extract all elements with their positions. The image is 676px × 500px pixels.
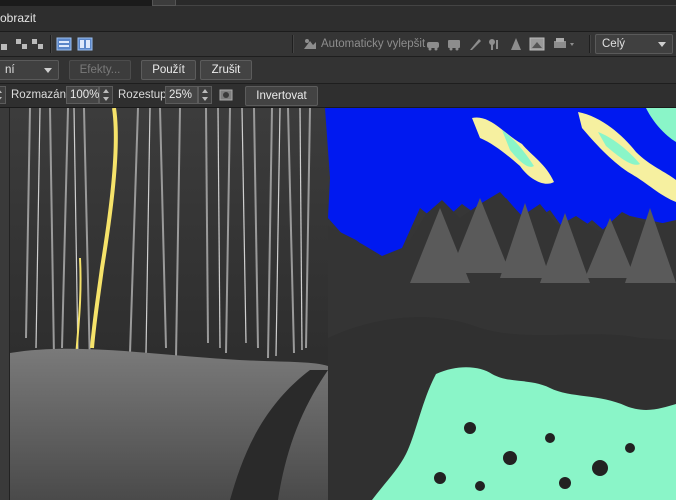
bus-icon[interactable] bbox=[446, 36, 462, 52]
options-bar: ní Efekty... Použít Zrušit bbox=[0, 57, 676, 84]
mode-select-value: ní bbox=[5, 64, 15, 76]
auto-enhance-button[interactable]: Automaticky vylepšit bbox=[302, 34, 425, 54]
zoom-select[interactable]: Celý bbox=[595, 34, 673, 54]
forest-photo-mask-preview bbox=[10, 108, 676, 500]
view-icon[interactable] bbox=[56, 36, 72, 52]
printer-icon[interactable] bbox=[552, 36, 576, 52]
spacing-spinner[interactable] bbox=[198, 86, 212, 104]
invert-button[interactable]: Invertovat bbox=[245, 86, 318, 106]
mask-options-bar: Rozmazání: 100% Rozestup: 25% Invertovat bbox=[0, 84, 676, 108]
auto-enhance-label: Automaticky vylepšit bbox=[321, 38, 426, 50]
car-icon[interactable] bbox=[425, 36, 441, 52]
menu-item-view[interactable]: obrazit bbox=[0, 11, 36, 25]
tile-icon[interactable] bbox=[0, 36, 10, 52]
auto-enhance-icon bbox=[304, 39, 316, 49]
effects-button[interactable]: Efekty... bbox=[69, 60, 131, 80]
toolbar-divider bbox=[50, 35, 52, 53]
image-canvas[interactable] bbox=[10, 108, 676, 500]
toolbar-divider bbox=[292, 35, 294, 53]
pin-icon[interactable] bbox=[486, 36, 502, 52]
cancel-button[interactable]: Zrušit bbox=[200, 60, 252, 80]
blur-label: Rozmazání: bbox=[11, 89, 73, 101]
menu-bar: obrazit bbox=[0, 6, 676, 32]
cone-icon[interactable] bbox=[508, 36, 524, 52]
mode-select[interactable]: ní bbox=[0, 60, 59, 80]
tile-icon[interactable] bbox=[14, 36, 30, 52]
pen-icon[interactable] bbox=[467, 36, 483, 52]
chevron-down-icon bbox=[44, 68, 52, 73]
chevron-down-icon bbox=[658, 42, 666, 47]
blur-input[interactable]: 100% bbox=[66, 86, 99, 104]
toolbar-divider bbox=[589, 35, 591, 53]
main-toolbar: Automaticky vylepšit Celý bbox=[0, 32, 676, 57]
blur-spinner[interactable] bbox=[99, 86, 113, 104]
spin-button[interactable] bbox=[0, 86, 6, 104]
left-panel-strip bbox=[0, 108, 10, 500]
grid-view-icon[interactable] bbox=[77, 36, 93, 52]
apply-button[interactable]: Použít bbox=[141, 60, 196, 80]
zoom-select-value: Celý bbox=[602, 38, 626, 50]
spacing-input[interactable]: 25% bbox=[165, 86, 198, 104]
tile-icon[interactable] bbox=[30, 36, 46, 52]
spacing-label: Rozestup: bbox=[118, 89, 170, 101]
photo-icon[interactable] bbox=[529, 36, 545, 52]
mask-icon[interactable] bbox=[219, 87, 235, 103]
